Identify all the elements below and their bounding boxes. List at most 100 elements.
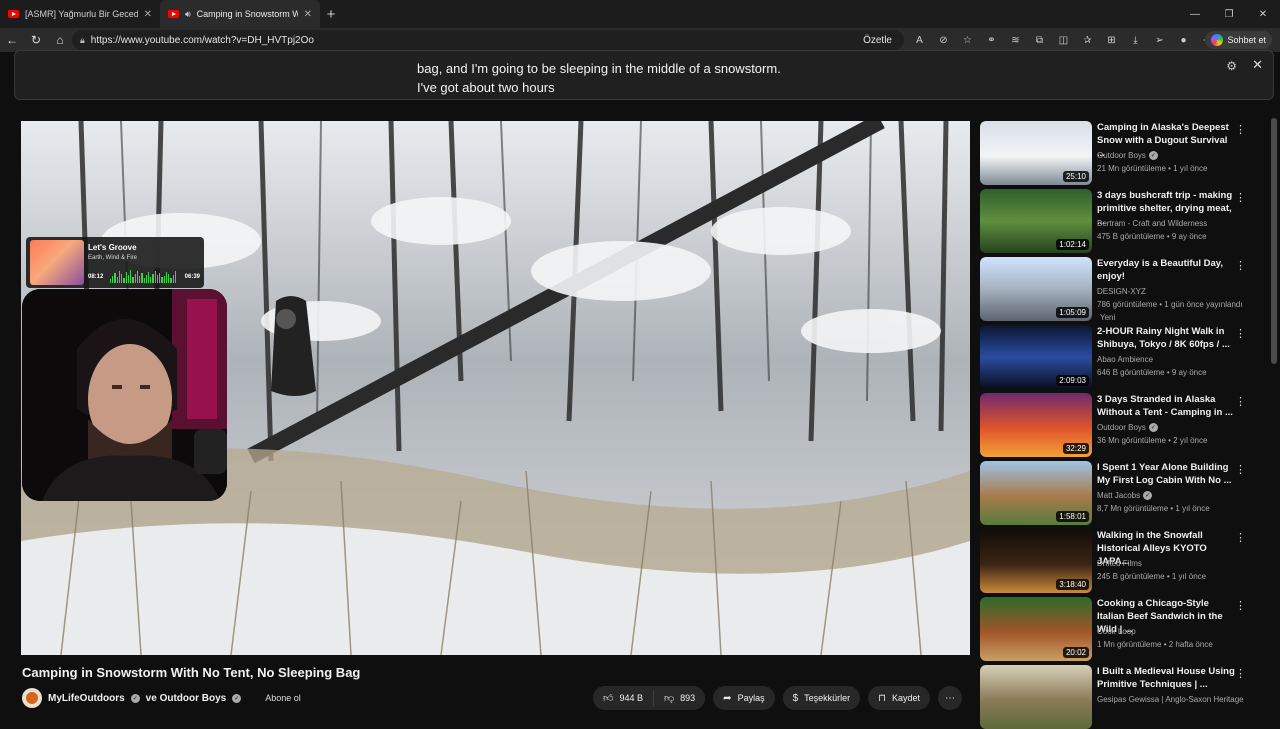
more-options-icon[interactable]: ⋮ [1235,599,1246,612]
scrollbar-thumb[interactable] [1271,118,1277,364]
downloads-icon[interactable]: ⤓ [1126,31,1145,50]
favorite-star-icon[interactable]: ☆ [958,31,977,50]
eq-bar [112,276,114,283]
thanks-button[interactable]: $ Teşekkürler [782,686,861,710]
more-options-icon[interactable]: ⋮ [1235,395,1246,408]
recommendation-item[interactable]: I Built a Medieval House Using Primitive… [980,665,1270,729]
video-thumbnail[interactable]: 1:02:14 [980,189,1092,253]
recommendation-channel[interactable]: DESIGN-XYZ [1097,287,1146,296]
address-bar[interactable]: 🔒︎ https://www.youtube.com/watch?v=DH_HV… [72,30,904,50]
eq-bar [123,278,125,283]
recommendation-title[interactable]: I Spent 1 Year Alone Building My First L… [1097,461,1237,487]
video-thumbnail[interactable]: 25:10 [980,121,1092,185]
duration-badge: 1:58:01 [1056,511,1089,522]
eq-bar [154,271,156,283]
recommendation-item[interactable]: 20:02 Cooking a Chicago-Style Italian Bee… [980,597,1270,661]
recommendation-channel[interactable]: Abao Ambience [1097,355,1153,364]
audio-wave-icon[interactable]: ≋ [1006,31,1025,50]
extension-icon[interactable]: ⚭ [982,31,1001,50]
recommendation-item[interactable]: 25:10 Camping in Alaska's Deepest Snow wi… [980,121,1270,185]
browser-tab-camping[interactable]: 🔊︎ Camping in Snowstorm With No Tent ✕ [160,0,320,28]
more-options-icon[interactable]: ⋮ [1235,123,1246,136]
favorites-icon[interactable]: ✰ [1078,31,1097,50]
speaker-icon[interactable]: 🔊︎ [185,9,191,20]
subscribe-button[interactable]: Abone ol [265,693,301,703]
collections-icon[interactable]: ⊞ [1102,31,1121,50]
recommendation-channel[interactable]: Outdoor Boys ✓ [1097,151,1158,160]
recommendation-title[interactable]: Everyday is a Beautiful Day, enjoy! [1097,257,1237,283]
more-options-icon[interactable]: ⋮ [1235,531,1246,544]
dislike-button[interactable]: 👎︎ 893 [653,686,706,710]
more-options-icon[interactable]: ⋮ [1235,327,1246,340]
recommendation-meta: 8,7 Mn görüntüleme • 1 yıl önce [1097,504,1210,513]
recommendation-title[interactable]: I Built a Medieval House Using Primitive… [1097,665,1237,691]
maximize-icon[interactable]: ❐ [1212,0,1246,28]
channel-name: DESIGN-XYZ [1097,287,1146,296]
eq-bar [163,276,165,283]
recommendation-title[interactable]: 3 Days Stranded in Alaska Without a Tent… [1097,393,1237,419]
page-scrollbar[interactable] [1271,106,1277,714]
browser-tab-asmr[interactable]: [ASMR] Yağmurlu Bir Gecede Boş ✕ [0,0,160,28]
new-tab-button[interactable]: + [320,3,342,25]
recommendation-channel[interactable]: Drifted Films [1097,559,1142,568]
home-icon[interactable]: ⌂ [48,28,72,52]
split-screen-icon[interactable]: ◫ [1054,31,1073,50]
album-art [30,240,84,285]
recommendation-item[interactable]: 3:18:40 Walking in the Snowfall Historica… [980,529,1270,593]
more-options-icon[interactable]: ⋮ [1235,259,1246,272]
video-thumbnail[interactable] [980,665,1092,729]
channel-name[interactable]: MyLifeOutdoors [48,693,125,704]
recommendation-item[interactable]: 1:02:14 3 days bushcraft trip - making pr… [980,189,1270,253]
video-thumbnail[interactable]: 2:09:03 [980,325,1092,389]
recommendation-title[interactable]: 2-HOUR Rainy Night Walk in Shibuya, Toky… [1097,325,1237,351]
more-options-icon[interactable]: ⋮ [1235,667,1246,680]
save-button[interactable]: ⊓ Kaydet [868,686,930,710]
recommendation-channel[interactable]: Outdoor Boys ✓ [1097,423,1158,432]
recommendation-channel[interactable]: Cook Loop [1097,627,1136,636]
verified-check-icon: ✓ [130,693,140,703]
verified-check-icon: ✓ [1148,423,1158,432]
share-icon[interactable]: ➢ [1150,31,1169,50]
read-aloud-icon[interactable]: A [910,31,929,50]
summarize-button[interactable]: Özetle [863,35,892,46]
share-button[interactable]: ➦ Paylaş [713,686,775,710]
tracking-icon[interactable]: ⊘ [934,31,953,50]
extensions-puzzle-icon[interactable]: ⧉ [1030,31,1049,50]
video-thumbnail[interactable]: 20:02 [980,597,1092,661]
video-thumbnail[interactable]: 32:29 [980,393,1092,457]
recommendation-channel[interactable]: Bertram - Craft and Wilderness [1097,219,1207,228]
video-thumbnail[interactable]: 1:05:09 [980,257,1092,321]
tab-title: Camping in Snowstorm With No Tent [196,9,298,19]
youtube-favicon-icon [8,10,19,18]
recommendation-item[interactable]: 1:58:01 I Spent 1 Year Alone Building My … [980,461,1270,525]
more-options-icon[interactable]: ⋮ [1235,463,1246,476]
close-window-icon[interactable]: ✕ [1246,0,1280,28]
caption-close-icon[interactable]: ✕ [1252,57,1263,73]
new-badge: Yeni [1100,313,1116,322]
site-info-icon[interactable]: 🔒︎ [80,35,85,46]
profile-avatar-icon[interactable]: ● [1174,31,1193,50]
minimize-icon[interactable]: — [1178,0,1212,28]
recommendation-item[interactable]: 32:29 3 Days Stranded in Alaska Without a… [980,393,1270,457]
channel-name: Outdoor Boys [1097,151,1146,160]
close-tab-icon[interactable]: ✕ [304,9,312,20]
copilot-button[interactable]: Sohbet et [1205,31,1272,49]
url-text: https://www.youtube.com/watch?v=DH_HVTpj… [90,34,314,46]
more-actions-icon[interactable]: ⋯ [938,686,962,710]
collab-channel[interactable]: ve Outdoor Boys [146,693,227,704]
recommendation-channel[interactable]: Gesipas Gewissa | Anglo-Saxon Heritage [1097,695,1244,704]
video-thumbnail[interactable]: 1:58:01 [980,461,1092,525]
channel-avatar[interactable] [22,688,42,708]
like-button[interactable]: 👍︎ 944 B [593,686,653,710]
more-options-icon[interactable]: ⋮ [1235,191,1246,204]
video-thumbnail[interactable]: 3:18:40 [980,529,1092,593]
eq-bar [143,278,145,283]
caption-settings-icon[interactable]: ⚙ [1226,59,1237,73]
eq-bar [159,273,161,283]
recommendation-item[interactable]: 2:09:03 2-HOUR Rainy Night Walk in Shibuy… [980,325,1270,389]
recommendation-channel[interactable]: Matt Jacobs ✓ [1097,491,1153,500]
back-arrow-icon[interactable]: ← [0,28,24,52]
close-tab-icon[interactable]: ✕ [144,9,152,20]
recommendation-item[interactable]: 1:05:09 Everyday is a Beautiful Day, enjo… [980,257,1270,322]
reload-icon[interactable]: ↻ [24,28,48,52]
